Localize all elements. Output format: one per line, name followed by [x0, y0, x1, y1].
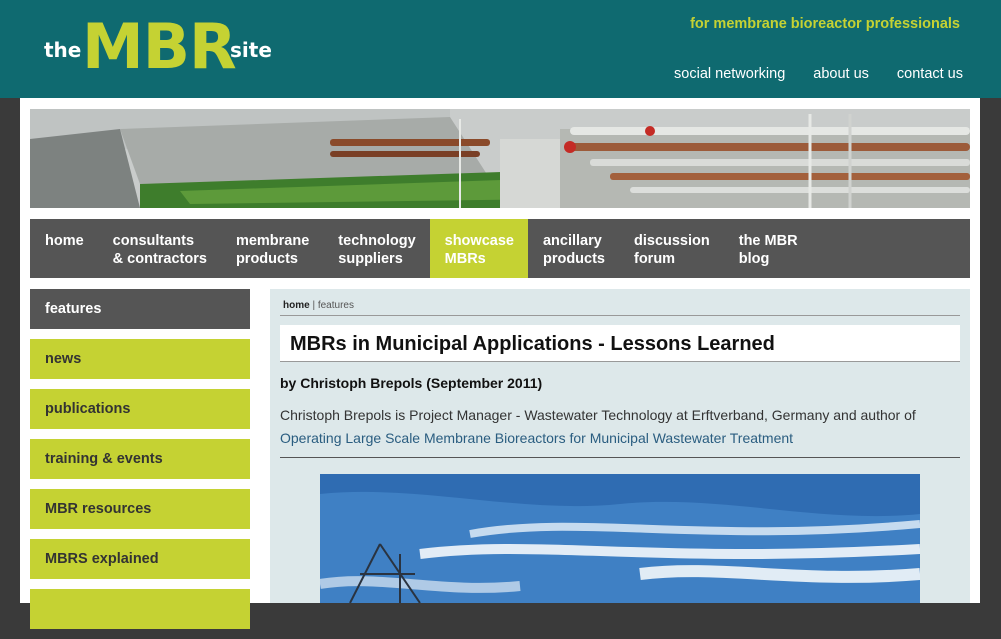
- book-link[interactable]: Operating Large Scale Membrane Bioreacto…: [280, 427, 960, 450]
- breadcrumb-divider: [280, 315, 960, 316]
- topnav-about-us[interactable]: about us: [813, 66, 869, 82]
- breadcrumb-home[interactable]: home: [283, 300, 310, 311]
- site-header: the MBR site for membrane bioreactor pro…: [0, 0, 1001, 98]
- sidebar-item-features[interactable]: features: [30, 289, 250, 329]
- nav-membrane-products[interactable]: membrane products: [221, 219, 323, 278]
- logo-site: site: [230, 38, 272, 62]
- breadcrumb-separator: |: [312, 300, 316, 311]
- main-content: home | features MBRs in Municipal Applic…: [270, 289, 970, 603]
- banner-image: [30, 109, 970, 208]
- treatment-plant-illustration: [30, 109, 970, 208]
- sidebar-item-news[interactable]: news: [30, 339, 250, 379]
- breadcrumb-current: features: [317, 300, 354, 311]
- logo-the: the: [44, 38, 82, 62]
- sidebar-item-publications[interactable]: publications: [30, 389, 250, 429]
- article-byline: by Christoph Brepols (September 2011): [280, 375, 543, 391]
- topnav-contact-us[interactable]: contact us: [897, 66, 963, 82]
- nav-technology-suppliers[interactable]: technology suppliers: [323, 219, 429, 278]
- nav-ancillary-products[interactable]: ancillary products: [528, 219, 619, 278]
- tagline: for membrane bioreactor professionals: [690, 16, 960, 32]
- article-title: MBRs in Municipal Applications - Lessons…: [290, 333, 775, 355]
- intro-divider: [280, 457, 960, 458]
- logo-mbr: MBR: [82, 10, 237, 83]
- sidebar-item-mbr-resources[interactable]: MBR resources: [30, 489, 250, 529]
- nav-home[interactable]: home: [30, 219, 98, 278]
- nav-mbr-blog[interactable]: the MBR blog: [724, 219, 812, 278]
- nav-consultants-contractors[interactable]: consultants & contractors: [98, 219, 221, 278]
- article-intro: Christoph Brepols is Project Manager - W…: [280, 404, 960, 450]
- main-nav: home consultants & contractors membrane …: [30, 219, 970, 278]
- top-nav: social networking about us contact us: [674, 66, 963, 82]
- breadcrumb: home | features: [283, 300, 354, 311]
- nav-discussion-forum[interactable]: discussion forum: [619, 219, 724, 278]
- sidebar-item-mbrs-explained[interactable]: MBRS explained: [30, 539, 250, 579]
- topnav-social-networking[interactable]: social networking: [674, 66, 785, 82]
- article-photo: [320, 474, 920, 603]
- intro-text: Christoph Brepols is Project Manager - W…: [280, 407, 916, 423]
- nav-showcase-mbrs[interactable]: showcase MBRs: [429, 219, 528, 278]
- page-container: home consultants & contractors membrane …: [20, 98, 980, 629]
- sidebar-item-more[interactable]: [30, 589, 250, 629]
- article-title-box: MBRs in Municipal Applications - Lessons…: [280, 325, 960, 362]
- sidebar-item-training-events[interactable]: training & events: [30, 439, 250, 479]
- sidebar: features news publications training & ev…: [30, 289, 250, 639]
- sky-photo-illustration: [320, 474, 920, 603]
